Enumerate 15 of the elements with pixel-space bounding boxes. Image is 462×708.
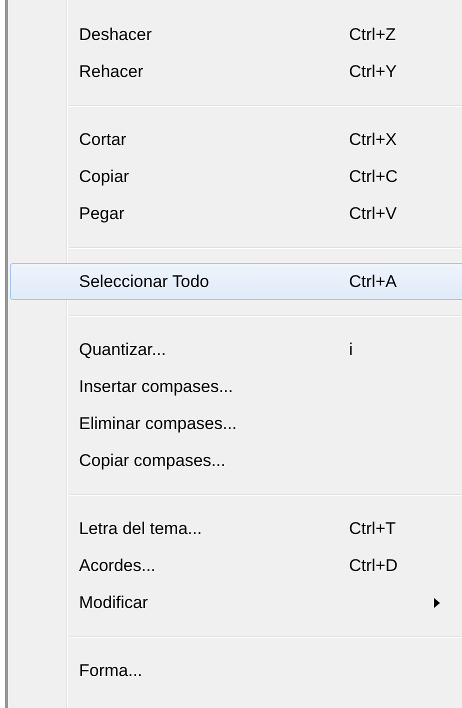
menu-item[interactable]: Copiar compases... <box>10 442 462 479</box>
menu-item[interactable]: Letra del tema... Ctrl+T <box>10 510 462 547</box>
menu-item[interactable]: Acordes... Ctrl+D <box>10 547 462 584</box>
menu-item[interactable]: Copiar Ctrl+C <box>10 158 462 195</box>
menu-item[interactable]: Pegar Ctrl+V <box>10 195 462 232</box>
menu-item[interactable]: Cortar Ctrl+X <box>10 121 462 158</box>
menu-item[interactable]: Modificar <box>10 584 462 621</box>
menu-item[interactable]: Eliminar compases... <box>10 405 462 442</box>
menu-item[interactable]: Insertar compases... <box>10 368 462 405</box>
submenu-arrow-icon <box>434 598 440 608</box>
menu-item[interactable]: Seleccionar Todo Ctrl+A <box>10 263 462 300</box>
menu-item[interactable]: Quantizar... i <box>10 331 462 368</box>
menu-item[interactable]: Rehacer Ctrl+Y <box>10 53 462 90</box>
menu-item[interactable]: Deshacer Ctrl+Z <box>10 16 462 53</box>
menu-item[interactable]: Forma... <box>10 652 462 689</box>
